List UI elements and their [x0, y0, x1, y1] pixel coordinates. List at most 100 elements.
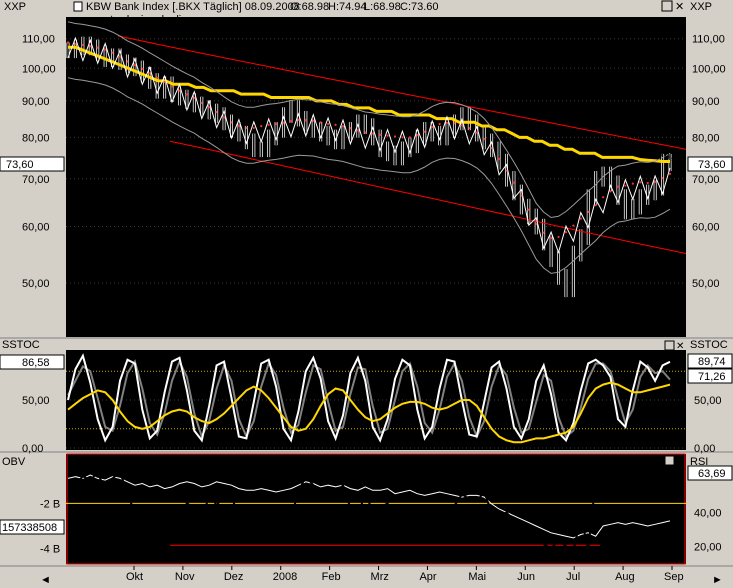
tool-icon[interactable] — [73, 1, 83, 12]
parabolic-dot — [222, 116, 226, 119]
parabolic-dot — [453, 122, 456, 125]
close-icon[interactable]: ✕ — [676, 456, 684, 467]
parabolic-dot — [579, 217, 582, 220]
month-label: 2008 — [273, 571, 297, 583]
parabolic-dot — [654, 180, 657, 183]
price-tick-left: 80,00 — [22, 132, 50, 144]
stoch-pane-label[interactable]: SSTOC — [2, 339, 40, 351]
parabolic-dot — [401, 136, 404, 139]
rsi-tick-right: 40,00 — [694, 507, 722, 519]
month-label: Feb — [322, 571, 341, 583]
parabolic-dot — [542, 231, 545, 234]
parabolic-dot — [245, 126, 248, 129]
parabolic-dot — [497, 158, 501, 161]
close-icon[interactable]: ✕ — [675, 1, 684, 13]
obv-current-left: 157338508 — [2, 522, 57, 534]
scroll-right-icon[interactable]: ► — [712, 574, 723, 586]
parabolic-dot — [602, 196, 605, 199]
parabolic-dot — [104, 48, 107, 51]
obv-tick-left: -2 B — [40, 498, 60, 510]
parabolic-dot — [646, 181, 649, 185]
parabolic-dot — [133, 63, 136, 67]
parabolic-dot — [111, 51, 114, 54]
parabolic-dot — [587, 210, 590, 213]
price-pane-label-right[interactable]: XXP — [690, 1, 712, 13]
stoch-tick-left: 0,00 — [22, 443, 43, 455]
parabolic-dot — [349, 127, 352, 130]
parabolic-dot — [118, 55, 122, 58]
price-tick-right: 60,00 — [692, 222, 720, 234]
parabolic-dot — [297, 118, 300, 121]
parabolic-dot — [572, 224, 575, 227]
parabolic-dot — [200, 101, 203, 105]
price-tick-left: 50,00 — [22, 278, 50, 290]
parabolic-dot — [364, 131, 367, 134]
price-tick-right: 90,00 — [692, 96, 720, 108]
parabolic-dot — [141, 67, 144, 70]
stoch-current-left: 86,58 — [22, 357, 50, 369]
parabolic-dot — [237, 124, 241, 127]
parabolic-dot — [668, 172, 672, 175]
parabolic-dot — [445, 121, 449, 124]
parabolic-dot — [379, 133, 382, 136]
parabolic-dot — [431, 125, 434, 129]
parabolic-dot — [416, 134, 419, 137]
parabolic-dot — [624, 184, 627, 187]
obv-pane-label[interactable]: OBV — [2, 456, 26, 468]
month-label: Sep — [664, 571, 684, 583]
parabolic-dot — [215, 110, 218, 114]
parabolic-dot — [148, 72, 151, 75]
month-label: Aug — [615, 571, 635, 583]
header-source: www.tradesignalonline.com — [83, 14, 217, 26]
month-label: Jun — [517, 571, 535, 583]
parabolic-dot — [267, 123, 270, 126]
parabolic-dot — [319, 121, 322, 124]
maximize-icon[interactable] — [664, 340, 675, 351]
price-tick-right: 50,00 — [692, 278, 720, 290]
parabolic-dot — [483, 138, 486, 141]
parabolic-dot — [126, 60, 129, 63]
month-label: Dez — [224, 571, 244, 583]
parabolic-dot — [163, 80, 166, 84]
price-tick-right: 110,00 — [692, 34, 725, 46]
scroll-left-icon[interactable]: ◄ — [40, 574, 51, 586]
close-icon[interactable]: ✕ — [676, 341, 684, 352]
price-tick-right: 80,00 — [692, 132, 720, 144]
price-tick-left: 90,00 — [22, 96, 50, 108]
parabolic-dot — [557, 235, 560, 238]
chart-canvas: XXP KBW Bank Index [.BKX Täglich] 08.09.… — [0, 0, 733, 586]
parabolic-dot — [609, 190, 612, 193]
price-pane[interactable] — [66, 17, 686, 337]
parabolic-dot — [639, 181, 642, 184]
month-label: Apr — [419, 571, 436, 583]
parabolic-dot — [96, 46, 99, 49]
parabolic-dot — [334, 123, 337, 126]
parabolic-dot — [386, 134, 389, 137]
month-label: Nov — [175, 571, 195, 583]
price-tick-left: 60,00 — [22, 222, 50, 234]
current-price-left: 73,60 — [6, 159, 34, 171]
parabolic-dot — [564, 230, 568, 234]
price-pane-label[interactable]: XXP — [4, 1, 26, 13]
parabolic-dot — [356, 129, 359, 132]
parabolic-dot — [74, 42, 77, 46]
parabolic-dot — [616, 185, 620, 188]
parabolic-dot — [393, 135, 397, 138]
rsi-current-value: 63,69 — [698, 468, 726, 480]
parabolic-dot — [312, 119, 315, 122]
maximize-icon[interactable] — [661, 0, 673, 12]
price-annotation: 74,43 — [658, 150, 686, 162]
parabolic-dot — [438, 122, 441, 126]
month-label: Jul — [566, 571, 580, 583]
price-pane-controls: ✕ — [661, 0, 684, 13]
stoch-tick-left: 50,00 — [22, 395, 50, 407]
header-open: O:68.98 — [290, 1, 329, 13]
parabolic-dot — [327, 122, 330, 126]
stoch-pane-label-right[interactable]: SSTOC — [690, 339, 728, 351]
parabolic-dot — [549, 236, 553, 240]
obv-tick-left: -4 B — [40, 544, 60, 556]
parabolic-dot — [527, 208, 530, 211]
parabolic-dot — [468, 127, 471, 130]
maximize-icon[interactable] — [664, 455, 675, 466]
stoch-value-2: 71,26 — [698, 371, 726, 383]
